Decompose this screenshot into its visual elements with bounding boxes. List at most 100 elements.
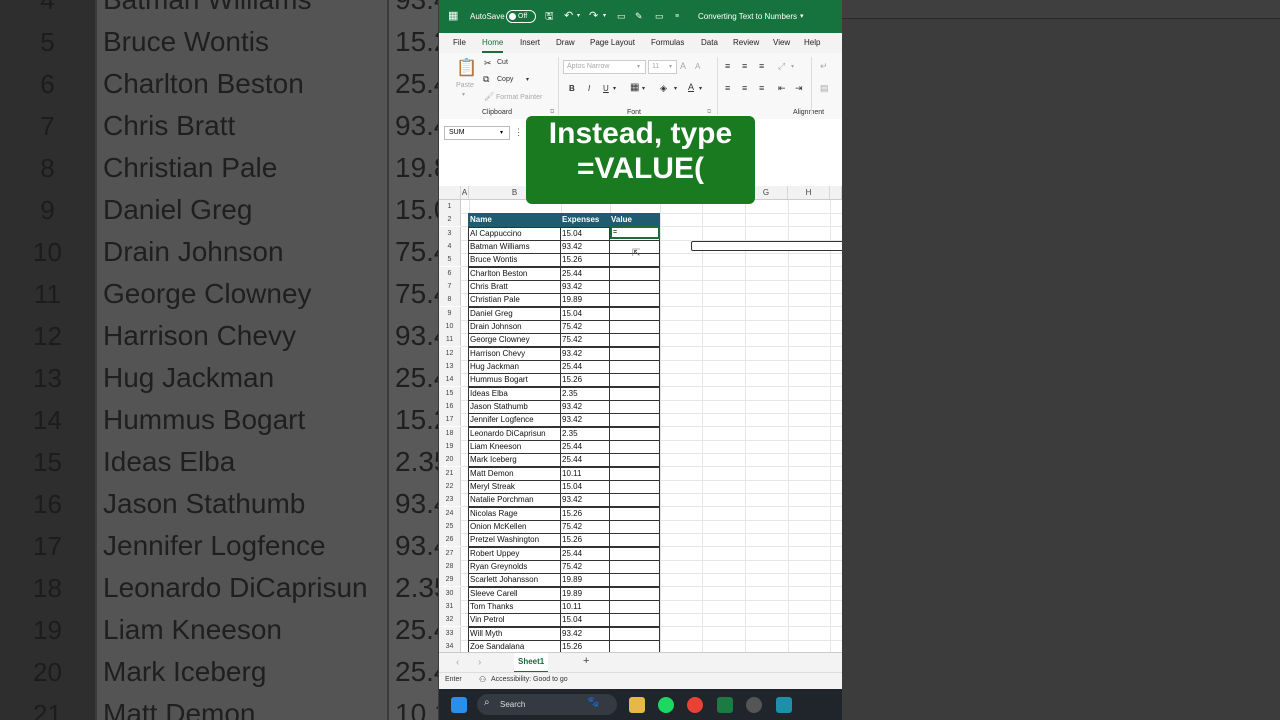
expenses-cell[interactable]: 19.89 bbox=[560, 573, 610, 587]
name-cell[interactable]: Ryan Greynolds bbox=[468, 560, 561, 574]
taskbar-search[interactable]: ⌕ Search 🐾 bbox=[477, 694, 617, 715]
value-cell[interactable] bbox=[609, 467, 660, 481]
name-cell[interactable]: Onion McKellen bbox=[468, 520, 561, 534]
value-cell[interactable] bbox=[609, 613, 660, 627]
expenses-cell[interactable]: 93.42 bbox=[560, 413, 610, 427]
document-title[interactable]: Converting Text to Numbers bbox=[698, 0, 797, 33]
value-cell[interactable] bbox=[609, 387, 660, 401]
expenses-cell[interactable]: 15.26 bbox=[560, 640, 610, 652]
row-header[interactable]: 20 bbox=[439, 453, 461, 466]
expenses-cell[interactable]: 15.26 bbox=[560, 507, 610, 521]
expenses-cell[interactable]: 75.42 bbox=[560, 320, 610, 334]
excel-taskbar-icon[interactable] bbox=[717, 697, 733, 713]
row-header[interactable]: 5 bbox=[439, 253, 461, 266]
row-header[interactable]: 30 bbox=[439, 587, 461, 600]
column-header-a[interactable]: A bbox=[461, 186, 469, 199]
row-header[interactable]: 21 bbox=[439, 467, 461, 480]
decrease-indent-icon[interactable]: ⇤ bbox=[778, 83, 786, 94]
expenses-cell[interactable]: 10.11 bbox=[560, 600, 610, 614]
name-cell[interactable]: Leonardo DiCaprisun bbox=[468, 427, 561, 441]
title-chevron-down-icon[interactable]: ▾ bbox=[800, 0, 804, 33]
value-cell[interactable] bbox=[609, 307, 660, 321]
redo-icon[interactable]: ↷ bbox=[589, 0, 598, 33]
tab-formulas[interactable]: Formulas bbox=[651, 33, 684, 53]
row-header[interactable]: 23 bbox=[439, 493, 461, 506]
paste-label[interactable]: Paste bbox=[456, 82, 474, 89]
tab-home[interactable]: Home bbox=[482, 33, 504, 53]
name-cell[interactable]: Pretzel Washington bbox=[468, 533, 561, 547]
row-header[interactable]: 4 bbox=[439, 240, 461, 253]
expenses-cell[interactable]: 15.04 bbox=[560, 480, 610, 494]
value-cell[interactable] bbox=[609, 413, 660, 427]
font-name-select[interactable]: Aptos Narrow ▾ bbox=[563, 60, 646, 74]
name-cell[interactable]: Scarlett Johansson bbox=[468, 573, 561, 587]
windows-start-icon[interactable] bbox=[451, 697, 467, 713]
row-header[interactable]: 24 bbox=[439, 507, 461, 520]
header-cell-expenses[interactable]: Expenses bbox=[560, 213, 610, 227]
tab-insert[interactable]: Insert bbox=[520, 33, 540, 53]
expenses-cell[interactable]: 93.42 bbox=[560, 493, 610, 507]
name-cell[interactable]: Hug Jackman bbox=[468, 360, 561, 374]
expenses-cell[interactable]: 19.89 bbox=[560, 587, 610, 601]
row-header[interactable]: 8 bbox=[439, 293, 461, 306]
name-cell[interactable]: Sleeve Carell bbox=[468, 587, 561, 601]
row-header[interactable]: 14 bbox=[439, 373, 461, 386]
value-cell[interactable] bbox=[609, 453, 660, 467]
name-cell[interactable]: Christian Pale bbox=[468, 293, 561, 307]
borders-icon[interactable]: ▦ bbox=[630, 82, 639, 93]
name-cell[interactable]: Charlton Beston bbox=[468, 267, 561, 281]
undo-dropdown-icon[interactable]: ▾ bbox=[577, 0, 580, 33]
name-cell[interactable]: Liam Kneeson bbox=[468, 440, 561, 454]
prev-sheet-icon[interactable]: ‹ bbox=[456, 657, 459, 668]
value-cell[interactable] bbox=[609, 587, 660, 601]
row-header[interactable]: 19 bbox=[439, 440, 461, 453]
value-cell[interactable] bbox=[609, 627, 660, 641]
decrease-font-icon[interactable]: A bbox=[695, 62, 700, 71]
column-header-h[interactable]: H bbox=[788, 186, 830, 199]
formula-bar-more-icon[interactable]: ⋮ bbox=[514, 127, 523, 138]
customize-icon[interactable]: ≡ bbox=[675, 0, 679, 33]
save-icon[interactable]: 🖫 bbox=[545, 0, 554, 33]
expenses-cell[interactable]: 25.44 bbox=[560, 547, 610, 561]
tab-page-layout[interactable]: Page Layout bbox=[590, 33, 635, 53]
add-sheet-icon[interactable]: + bbox=[583, 655, 589, 667]
copy-icon[interactable]: ⧉ bbox=[483, 74, 489, 85]
name-cell[interactable]: Al Cappuccino bbox=[468, 227, 561, 241]
expenses-cell[interactable]: 75.42 bbox=[560, 560, 610, 574]
value-cell[interactable] bbox=[609, 573, 660, 587]
column-header-next[interactable] bbox=[830, 186, 842, 199]
value-cell[interactable] bbox=[609, 640, 660, 652]
format-painter-button[interactable]: Format Painter bbox=[496, 94, 542, 101]
expenses-cell[interactable]: 75.42 bbox=[560, 333, 610, 347]
fill-color-icon[interactable]: ◈ bbox=[660, 83, 667, 94]
italic-button[interactable]: I bbox=[588, 84, 590, 93]
font-color-dropdown-icon[interactable]: ▾ bbox=[699, 85, 702, 92]
row-header[interactable]: 32 bbox=[439, 613, 461, 626]
redo-dropdown-icon[interactable]: ▾ bbox=[603, 0, 606, 33]
tab-view[interactable]: View bbox=[773, 33, 790, 53]
expenses-cell[interactable]: 93.42 bbox=[560, 400, 610, 414]
expenses-cell[interactable]: 93.42 bbox=[560, 240, 610, 254]
name-cell[interactable]: Will Myth bbox=[468, 627, 561, 641]
row-header[interactable]: 31 bbox=[439, 600, 461, 613]
expenses-cell[interactable]: 15.26 bbox=[560, 533, 610, 547]
next-sheet-icon[interactable]: › bbox=[478, 657, 481, 668]
align-center-icon[interactable]: ≡ bbox=[742, 83, 747, 93]
row-header[interactable]: 17 bbox=[439, 413, 461, 426]
app-taskbar-icon[interactable] bbox=[776, 697, 792, 713]
copy-dropdown-icon[interactable]: ▾ bbox=[526, 76, 529, 83]
paste-icon[interactable]: 📋 bbox=[456, 58, 477, 78]
value-cell[interactable] bbox=[609, 360, 660, 374]
align-top-icon[interactable]: ≡ bbox=[725, 61, 730, 71]
name-cell[interactable]: Ideas Elba bbox=[468, 387, 561, 401]
name-cell[interactable]: Chris Bratt bbox=[468, 280, 561, 294]
settings-gear-icon[interactable] bbox=[746, 697, 762, 713]
name-cell[interactable]: Meryl Streak bbox=[468, 480, 561, 494]
row-header[interactable]: 9 bbox=[439, 307, 461, 320]
row-header[interactable]: 7 bbox=[439, 280, 461, 293]
name-cell[interactable]: Jennifer Logfence bbox=[468, 413, 561, 427]
accessibility-status[interactable]: Accessibility: Good to go bbox=[491, 676, 568, 683]
value-cell[interactable] bbox=[609, 547, 660, 561]
tab-draw[interactable]: Draw bbox=[556, 33, 575, 53]
row-header[interactable]: 22 bbox=[439, 480, 461, 493]
